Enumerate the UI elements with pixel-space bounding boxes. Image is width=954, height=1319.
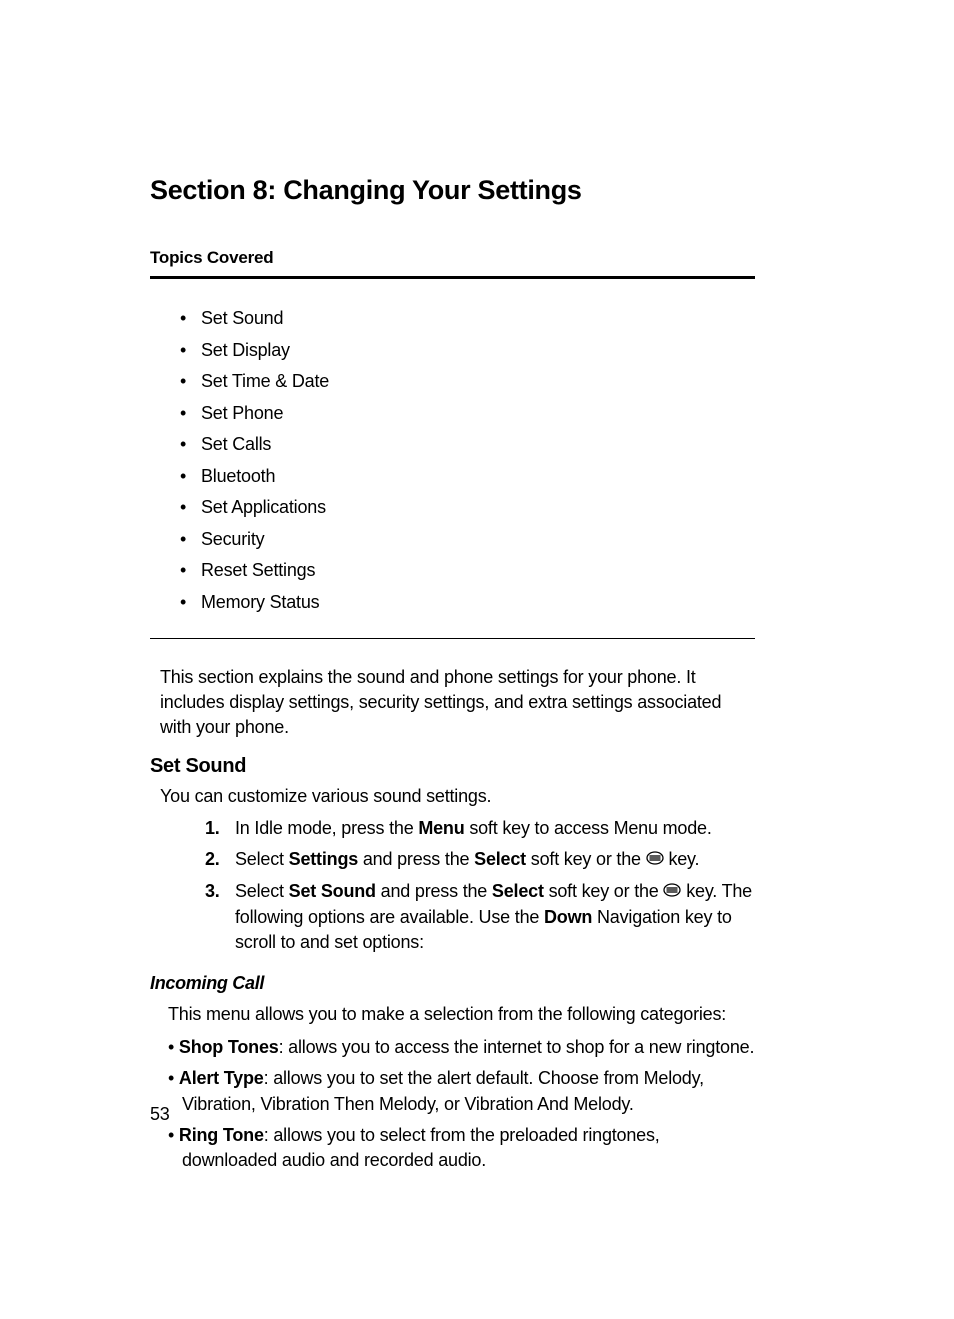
topic-item: Security — [180, 524, 755, 556]
incoming-call-title: Incoming Call — [150, 973, 755, 994]
divider-thick — [150, 276, 755, 279]
incoming-call-list: Shop Tones: allows you to access the int… — [150, 1035, 755, 1173]
item-label: Alert Type — [179, 1068, 264, 1088]
step-bold: Settings — [289, 849, 358, 869]
page-content: Section 8: Changing Your Settings Topics… — [150, 175, 755, 1173]
step-text: Select — [235, 881, 289, 901]
list-item: Shop Tones: allows you to access the int… — [168, 1035, 755, 1060]
step-number: 1. — [205, 816, 220, 841]
divider-thin — [150, 638, 755, 639]
intro-paragraph: This section explains the sound and phon… — [150, 665, 755, 741]
set-sound-steps: 1. In Idle mode, press the Menu soft key… — [150, 816, 755, 955]
set-sound-intro: You can customize various sound settings… — [150, 784, 755, 808]
ok-key-icon — [646, 847, 664, 872]
step-text: Select — [235, 849, 289, 869]
step-text: key. — [664, 849, 700, 869]
page-number: 53 — [150, 1104, 170, 1125]
step-text: In Idle mode, press the — [235, 818, 418, 838]
topic-item: Reset Settings — [180, 555, 755, 587]
topic-item: Set Phone — [180, 398, 755, 430]
step-bold: Select — [474, 849, 526, 869]
step-number: 2. — [205, 847, 220, 872]
step-item: 3. Select Set Sound and press the Select… — [205, 879, 755, 955]
topic-item: Set Display — [180, 335, 755, 367]
step-bold: Down — [544, 907, 592, 927]
ok-key-icon — [663, 879, 681, 904]
item-label: Shop Tones — [179, 1037, 279, 1057]
topics-covered-heading: Topics Covered — [150, 248, 755, 268]
topic-item: Set Time & Date — [180, 366, 755, 398]
topic-item: Set Calls — [180, 429, 755, 461]
incoming-call-intro: This menu allows you to make a selection… — [150, 1002, 755, 1027]
list-item: Alert Type: allows you to set the alert … — [168, 1066, 755, 1116]
set-sound-title: Set Sound — [150, 755, 755, 778]
list-item: Ring Tone: allows you to select from the… — [168, 1123, 755, 1173]
step-item: 1. In Idle mode, press the Menu soft key… — [205, 816, 755, 841]
topic-item: Set Sound — [180, 303, 755, 335]
step-text: soft key or the — [544, 881, 664, 901]
topics-list: Set Sound Set Display Set Time & Date Se… — [150, 303, 755, 618]
topic-item: Bluetooth — [180, 461, 755, 493]
step-bold: Select — [492, 881, 544, 901]
item-label: Ring Tone — [179, 1125, 264, 1145]
topic-item: Memory Status — [180, 587, 755, 619]
item-desc: : allows you to access the internet to s… — [279, 1037, 755, 1057]
step-number: 3. — [205, 879, 220, 904]
step-text: soft key to access Menu mode. — [465, 818, 712, 838]
topic-item: Set Applications — [180, 492, 755, 524]
step-text: and press the — [358, 849, 474, 869]
step-bold: Set Sound — [289, 881, 376, 901]
step-item: 2. Select Settings and press the Select … — [205, 847, 755, 873]
step-text: soft key or the — [526, 849, 646, 869]
section-title: Section 8: Changing Your Settings — [150, 175, 755, 206]
step-text: and press the — [376, 881, 492, 901]
step-bold: Menu — [418, 818, 464, 838]
